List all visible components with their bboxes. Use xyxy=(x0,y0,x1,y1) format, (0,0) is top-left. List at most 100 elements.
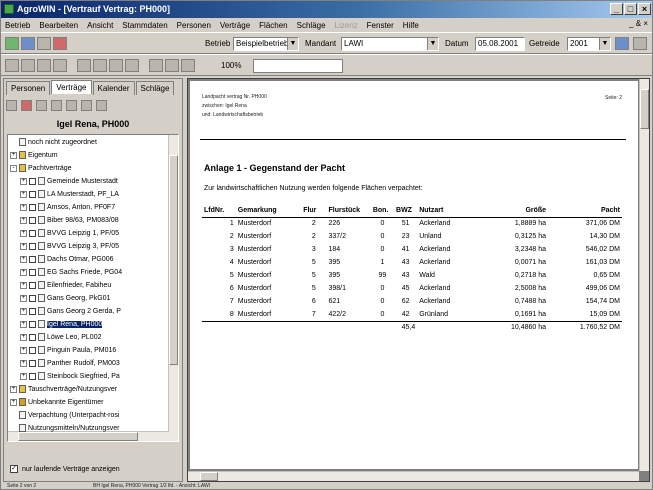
tree-item[interactable]: noch nicht zugeordnet xyxy=(10,137,168,148)
expand-icon[interactable]: + xyxy=(10,398,17,406)
tree-checkbox[interactable] xyxy=(29,177,36,185)
tree-checkbox[interactable] xyxy=(29,346,36,354)
mandant-select[interactable]: LAWI ▼ xyxy=(341,37,439,51)
report-icon[interactable] xyxy=(96,100,107,111)
chart-icon[interactable] xyxy=(21,37,35,50)
delete-icon[interactable] xyxy=(21,100,32,111)
expand-icon[interactable]: + xyxy=(20,242,27,250)
betrieb-select[interactable]: Beispielbetrieb ▼ xyxy=(233,37,299,51)
chevron-down-icon[interactable]: ▼ xyxy=(287,38,298,50)
tree-vertical-scrollbar[interactable] xyxy=(168,135,178,441)
tree-item[interactable]: - Pachtverträge xyxy=(10,163,168,174)
expand-icon[interactable]: + xyxy=(20,268,27,276)
tree-item[interactable]: + LA Musterstadt, PF_LA xyxy=(20,189,168,200)
tab-kalender[interactable]: Kalender xyxy=(92,81,135,95)
tree-item[interactable]: + BVVG Leipzig 1, PF/05 xyxy=(20,228,168,239)
tree-item[interactable]: + Löwe Leo, PL002 xyxy=(20,332,168,343)
tree-checkbox[interactable] xyxy=(29,281,36,289)
minimize-button[interactable]: _ xyxy=(610,3,623,15)
tree-checkbox[interactable] xyxy=(29,333,36,341)
menu-vertraege[interactable]: Verträge xyxy=(220,21,250,30)
expand-icon[interactable]: + xyxy=(20,372,27,380)
table-icon[interactable] xyxy=(37,37,51,50)
tree-item[interactable]: + Pinguin Paula, PM016 xyxy=(20,345,168,356)
document-horizontal-scrollbar[interactable] xyxy=(188,471,639,481)
save-icon[interactable] xyxy=(5,37,19,50)
tree-checkbox[interactable] xyxy=(29,190,36,198)
tree-item[interactable]: + Eilenfrieder, Fabiheu xyxy=(20,280,168,291)
tree-checkbox[interactable] xyxy=(29,216,36,224)
tab-personen[interactable]: Personen xyxy=(6,81,51,95)
print-list-icon[interactable] xyxy=(81,100,92,111)
tree-item[interactable]: + Biber 98/63, PM083/08 xyxy=(20,215,168,226)
printer-icon[interactable] xyxy=(37,59,51,72)
tree-checkbox[interactable] xyxy=(29,359,36,367)
document-vertical-scrollbar[interactable] xyxy=(639,79,649,471)
expand-icon[interactable]: + xyxy=(20,294,27,302)
expand-icon[interactable]: + xyxy=(20,216,27,224)
doc-hscroll-thumb[interactable] xyxy=(200,472,218,481)
menu-schlaege[interactable]: Schläge xyxy=(297,21,326,30)
contract-tree[interactable]: noch nicht zugeordnet + Eigentum - Pachtvert… xyxy=(7,134,179,442)
expand-icon[interactable]: + xyxy=(20,346,27,354)
tree-checkbox[interactable] xyxy=(29,229,36,237)
menu-flaechen[interactable]: Flächen xyxy=(259,21,287,30)
expand-icon[interactable]: + xyxy=(20,190,27,198)
tab-vertraege[interactable]: Verträge xyxy=(51,80,92,94)
getreide-select[interactable]: 2001 ▼ xyxy=(567,37,611,51)
expand-icon[interactable]: + xyxy=(20,333,27,341)
tree-item[interactable]: + Amsos, Anton, PF0F7 xyxy=(20,202,168,213)
menu-fenster[interactable]: Fenster xyxy=(367,21,394,30)
expand-icon[interactable]: + xyxy=(20,281,27,289)
new-icon[interactable] xyxy=(6,100,17,111)
doc-scroll-thumb[interactable] xyxy=(640,89,649,129)
mdi-window-controls[interactable]: _ & × xyxy=(629,19,648,28)
tree-item[interactable]: + EG Sachs Friede, PG04 xyxy=(20,267,168,278)
expand-icon[interactable]: + xyxy=(20,203,27,211)
edit-icon[interactable] xyxy=(51,100,62,111)
exit-icon[interactable] xyxy=(633,37,647,50)
menu-personen[interactable]: Personen xyxy=(177,21,211,30)
preview-icon[interactable] xyxy=(53,59,67,72)
tab-schlaege[interactable]: Schläge xyxy=(135,81,175,95)
expand-icon[interactable]: + xyxy=(10,385,17,393)
expand-icon[interactable]: + xyxy=(20,307,27,315)
tree-item[interactable]: + Dachs Otmar, PG006 xyxy=(20,254,168,265)
tree-scroll-thumb[interactable] xyxy=(169,155,178,365)
tree-item[interactable]: + Gans Georg, PkG01 xyxy=(20,293,168,304)
tree-checkbox[interactable] xyxy=(29,242,36,250)
maximize-button[interactable]: □ xyxy=(624,3,637,15)
tree-item[interactable]: + Steinbock Siegfried, Pa xyxy=(20,371,168,382)
tree-item[interactable]: + Gans Georg 2 Gerda, P xyxy=(20,306,168,317)
expand-icon[interactable]: + xyxy=(20,320,27,328)
tree-item[interactable]: + Tauschverträge/Nutzungsver xyxy=(10,384,168,395)
chevron-down-icon[interactable]: ▼ xyxy=(599,38,610,50)
tree-item[interactable]: + Unbekannte Eigentümer xyxy=(10,397,168,408)
expand-icon[interactable]: + xyxy=(20,255,27,263)
collapse-icon[interactable]: - xyxy=(10,164,17,172)
open-icon[interactable] xyxy=(5,59,19,72)
tree-checkbox[interactable] xyxy=(29,268,36,276)
tree-item[interactable]: + Eigentum xyxy=(10,150,168,161)
folder-icon[interactable] xyxy=(53,37,67,50)
menu-betrieb[interactable]: Betrieb xyxy=(5,21,30,30)
close-button[interactable]: × xyxy=(638,3,651,15)
tree-item[interactable]: Nutzungsmitteln/Nutzungsver xyxy=(10,423,168,434)
checkbox-box[interactable]: ✓ xyxy=(10,465,18,474)
tree-item[interactable]: + Gemeinde Musterstadt xyxy=(20,176,168,187)
datum-field[interactable]: 05.08.2001 xyxy=(475,37,525,51)
print-icon[interactable] xyxy=(615,37,629,50)
copy-icon[interactable] xyxy=(36,100,47,111)
running-contracts-checkbox[interactable]: ✓ nur laufende Verträge anzeigen xyxy=(10,465,120,475)
tree-checkbox[interactable] xyxy=(29,307,36,315)
tree-checkbox[interactable] xyxy=(29,294,36,302)
tree-checkbox[interactable] xyxy=(29,320,36,328)
last-page-icon[interactable] xyxy=(125,59,139,72)
expand-icon[interactable]: + xyxy=(20,229,27,237)
zoom-ruler[interactable] xyxy=(253,59,343,73)
menu-ansicht[interactable]: Ansicht xyxy=(87,21,113,30)
properties-icon[interactable] xyxy=(66,100,77,111)
prev-page-icon[interactable] xyxy=(93,59,107,72)
next-page-icon[interactable] xyxy=(109,59,123,72)
save-doc-icon[interactable] xyxy=(21,59,35,72)
